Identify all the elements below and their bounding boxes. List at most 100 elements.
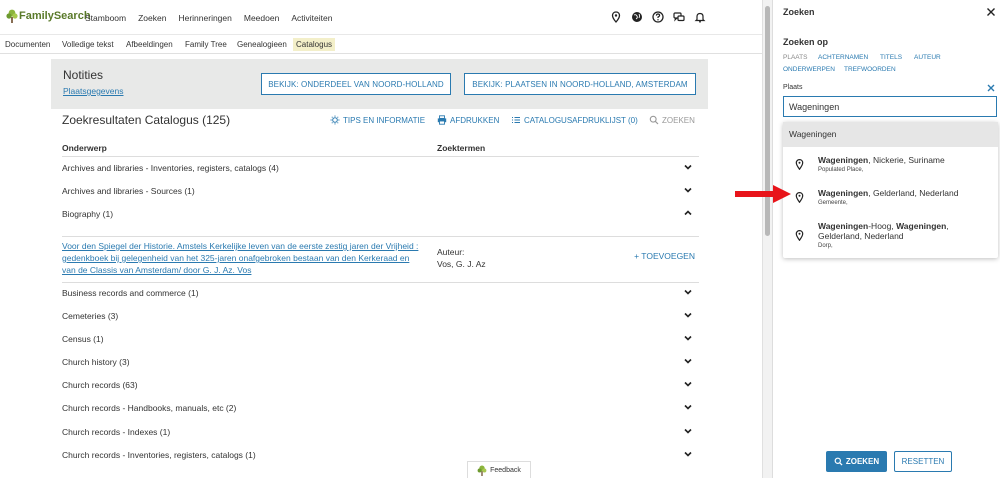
subject-label: Church records - Indexes (1) (62, 427, 171, 437)
subject-row[interactable]: Archives and libraries - Sources (1) (62, 182, 699, 202)
chevron-down-icon[interactable] (683, 185, 693, 195)
search-panel: Zoeken Zoeken op PLAATS ACHTERNAMEN TITE… (772, 0, 1000, 478)
suggestion-option[interactable]: Wageningen, Nickerie, Suriname Populated… (783, 150, 998, 180)
subject-row[interactable]: Church history (3) (62, 353, 699, 373)
panel-title: Zoeken (783, 7, 815, 17)
subject-label: Cemeteries (3) (62, 311, 119, 321)
record-title-link[interactable]: Voor den Spiegel der Historie. Amstels K… (62, 240, 422, 276)
logo-text: FamilySearch (19, 10, 91, 22)
subject-row-expanded[interactable]: Biography (1) (62, 205, 699, 225)
subnav-catalogus[interactable]: Catalogus (293, 38, 336, 51)
suggestion-option[interactable]: Wageningen, Gelderland, Nederland Gemeen… (783, 182, 998, 212)
results-title: Zoekresultaten Catalogus (125) (62, 113, 231, 127)
main-scrollbar[interactable] (762, 0, 772, 478)
subject-row[interactable]: Church records - Indexes (1) (62, 423, 699, 443)
top-navigation: FamilySearch Stamboom Zoeken Herinnering… (0, 0, 762, 34)
suggestion-label: Wageningen, Gelderland, Nederland (818, 188, 988, 198)
chevron-up-icon[interactable] (683, 208, 693, 218)
list-icon (512, 117, 520, 123)
suggestion-rest: , Nickerie, Suriname (868, 155, 945, 165)
subject-row[interactable]: Business records and commerce (1) (62, 284, 699, 304)
subject-label: Church records (63) (62, 380, 138, 390)
suggestion-match: Wageningen (818, 221, 869, 231)
print-button[interactable]: AFDRUKKEN (437, 115, 499, 125)
chevron-down-icon[interactable] (683, 162, 693, 172)
panel-reset-button[interactable]: RESETTEN (894, 451, 952, 472)
globe-icon[interactable] (631, 11, 643, 23)
nav-item-activiteiten[interactable]: Activiteiten (291, 13, 332, 23)
place-input[interactable] (783, 96, 997, 117)
author-label: Auteur: (437, 247, 465, 257)
tab-onderwerpen[interactable]: ONDERWERPEN (783, 66, 835, 73)
bell-icon[interactable] (694, 11, 706, 23)
nav-item-herinneringen[interactable]: Herinneringen (178, 13, 231, 23)
suggestion-type: Dorp, (818, 243, 833, 249)
suggestion-option[interactable]: Wageningen-Hoog, Wageningen, Gelderland,… (783, 215, 998, 255)
tips-button[interactable]: TIPS EN INFORMATIE (330, 115, 425, 125)
subnav-family-tree[interactable]: Family Tree (182, 38, 230, 51)
lightbulb-icon (330, 115, 340, 125)
chat-icon[interactable] (673, 11, 685, 23)
suggestion-rest: , Gelderland, Nederland (868, 188, 959, 198)
nav-item-meedoen[interactable]: Meedoen (244, 13, 279, 23)
place-suggestions-dropdown: Wageningen Wageningen, Nickerie, Surinam… (783, 122, 998, 258)
panel-search-button[interactable]: ZOEKEN (826, 451, 887, 472)
subject-row[interactable]: Church records (63) (62, 376, 699, 396)
tab-trefwoorden[interactable]: TREFWOORDEN (844, 66, 896, 73)
chevron-down-icon[interactable] (683, 333, 693, 343)
chevron-down-icon[interactable] (683, 310, 693, 320)
subject-label: Census (1) (62, 334, 104, 344)
view-places-button[interactable]: BEKIJK: PLAATSEN IN NOORD-HOLLAND, AMSTE… (464, 73, 696, 95)
subject-row[interactable]: Archives and libraries - Inventories, re… (62, 159, 699, 179)
feedback-button[interactable]: Feedback (467, 461, 531, 478)
print-label: AFDRUKKEN (450, 115, 500, 125)
subject-label: Church history (3) (62, 357, 130, 367)
chevron-down-icon[interactable] (683, 402, 693, 412)
familysearch-logo[interactable]: FamilySearch (6, 9, 91, 23)
chevron-down-icon[interactable] (683, 449, 693, 459)
chevron-down-icon[interactable] (683, 426, 693, 436)
subnav-volledige-tekst[interactable]: Volledige tekst (59, 38, 117, 51)
catalog-print-list-label: CATALOGUSAFDRUKLIJST (0) (524, 115, 638, 125)
chevron-down-icon[interactable] (683, 379, 693, 389)
header-divider (62, 156, 699, 157)
subject-row[interactable]: Church records - Inventories, registers,… (62, 446, 699, 466)
tab-auteur[interactable]: AUTEUR (914, 54, 941, 61)
nav-item-stamboom[interactable]: Stamboom (85, 13, 126, 23)
column-header-terms: Zoektermen (437, 143, 486, 153)
subnav-documenten[interactable]: Documenten (2, 38, 53, 51)
place-field-label: Plaats (783, 84, 803, 91)
subject-row[interactable]: Cemeteries (3) (62, 307, 699, 327)
close-icon[interactable] (986, 7, 996, 17)
tips-label: TIPS EN INFORMATIE (343, 115, 426, 125)
catalog-print-list-button[interactable]: CATALOGUSAFDRUKLIJST (0) (511, 115, 638, 125)
view-subdivision-button[interactable]: BEKIJK: ONDERDEEL VAN NOORD-HOLLAND (261, 73, 451, 95)
main-area: FamilySearch Stamboom Zoeken Herinnering… (0, 0, 762, 478)
suggestion-mid: -Hoog, (868, 221, 897, 231)
help-icon[interactable] (652, 11, 664, 23)
subnav-genealogieen[interactable]: Genealogieen (234, 38, 290, 51)
dropdown-header[interactable]: Wageningen (783, 122, 998, 147)
toolbar-search-button[interactable]: ZOEKEN (649, 115, 695, 125)
location-pin-icon[interactable] (610, 11, 622, 23)
search-on-heading: Zoeken op (783, 37, 829, 47)
tab-achternamen[interactable]: ACHTERNAMEN (818, 54, 868, 61)
subject-row[interactable]: Church records - Handbooks, manuals, etc… (62, 399, 699, 419)
tab-plaats[interactable]: PLAATS (783, 54, 807, 61)
main-nav: Stamboom Zoeken Herinneringen Meedoen Ac… (85, 13, 332, 23)
tab-titels[interactable]: TITELS (880, 54, 902, 61)
subject-row[interactable]: Census (1) (62, 330, 699, 350)
chevron-down-icon[interactable] (683, 356, 693, 366)
subnav-afbeeldingen[interactable]: Afbeeldingen (123, 38, 176, 51)
nav-item-zoeken[interactable]: Zoeken (138, 13, 166, 23)
suggestion-match: Wageningen (818, 155, 869, 165)
search-icon (834, 457, 843, 466)
suggestion-match: Wageningen (818, 188, 869, 198)
add-button[interactable]: + TOEVOEGEN (634, 251, 695, 261)
print-icon (437, 115, 447, 125)
place-details-link[interactable]: Plaatsgegevens (63, 86, 124, 96)
row-divider (62, 236, 699, 237)
chevron-down-icon[interactable] (683, 287, 693, 297)
location-pin-icon (795, 192, 804, 203)
clear-icon[interactable] (986, 83, 996, 93)
